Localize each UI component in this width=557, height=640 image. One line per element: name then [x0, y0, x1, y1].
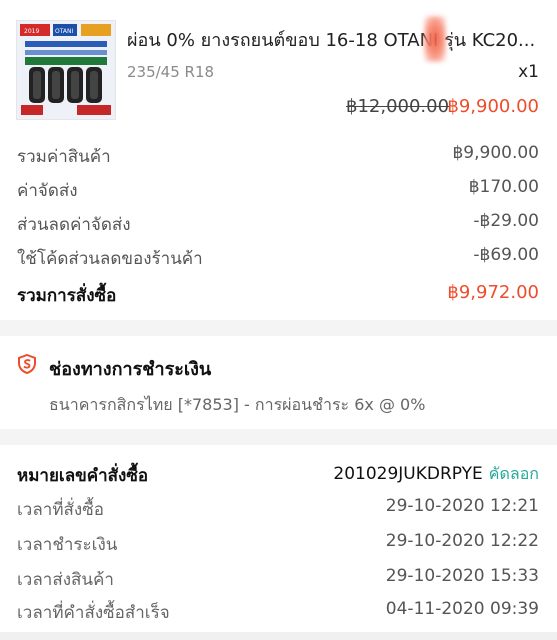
bottom-divider	[0, 632, 557, 640]
shield-icon	[18, 354, 36, 374]
complete-time-row: เวลาที่คำสั่งซื้อสำเร็จ 04-11-2020 09:39	[17, 599, 539, 625]
copy-order-id-button[interactable]: คัดลอก	[489, 464, 539, 483]
order-time-row: เวลาที่สั่งซื้อ 29-10-2020 12:21	[17, 496, 539, 522]
order-time-label: เวลาที่สั่งซื้อ	[17, 500, 104, 520]
section-divider	[0, 429, 557, 445]
summary-label: ค่าจัดส่ง	[17, 181, 78, 201]
summary-value: -฿29.00	[473, 211, 539, 231]
payment-time-row: เวลาชำระเงิน 29-10-2020 12:22	[17, 531, 539, 557]
summary-row-subtotal: รวมค่าสินค้า ฿9,900.00	[17, 143, 539, 169]
payment-time-value: 29-10-2020 12:22	[385, 531, 539, 551]
summary-row-shipping: ค่าจัดส่ง ฿170.00	[17, 177, 539, 203]
summary-label: รวมการสั่งซื้อ	[17, 286, 117, 306]
ship-time-label: เวลาส่งสินค้า	[17, 570, 114, 590]
section-divider	[0, 320, 557, 336]
order-id-value-group: 201029JUKDRPYE คัดลอก	[333, 462, 539, 487]
order-product-item[interactable]: 2019 OTANI ผ่อน 0% ยางรถยนต์ขอบ 16-18 OT…	[0, 0, 557, 135]
product-title[interactable]: ผ่อน 0% ยางรถยนต์ขอบ 16-18 OTANI รุ่น KC…	[127, 25, 542, 54]
sale-price: ฿9,900.00	[447, 96, 539, 117]
product-thumbnail[interactable]: 2019 OTANI	[16, 20, 116, 120]
payment-method-title: ช่องทางการชำระเงิน	[49, 359, 212, 380]
summary-value: ฿9,900.00	[452, 143, 539, 163]
summary-label: ส่วนลดค่าจัดส่ง	[17, 215, 131, 235]
redaction-mark	[424, 16, 446, 62]
product-quantity: x1	[518, 62, 539, 82]
product-variant: 235/45 R18	[127, 63, 215, 81]
summary-value: -฿69.00	[473, 245, 539, 265]
summary-value: ฿170.00	[468, 177, 539, 197]
order-id-row: หมายเลขคำสั่งซื้อ 201029JUKDRPYE คัดลอก	[17, 462, 539, 488]
complete-time-label: เวลาที่คำสั่งซื้อสำเร็จ	[17, 603, 170, 623]
ship-time-row: เวลาส่งสินค้า 29-10-2020 15:33	[17, 566, 539, 592]
order-id-label: หมายเลขคำสั่งซื้อ	[17, 466, 149, 486]
original-price: ฿12,000.00	[346, 96, 450, 117]
payment-time-label: เวลาชำระเงิน	[17, 535, 118, 555]
order-id-value: 201029JUKDRPYE	[333, 464, 483, 484]
summary-row-shop-voucher: ใช้โค้ดส่วนลดของร้านค้า -฿69.00	[17, 245, 539, 271]
summary-value: ฿9,972.00	[447, 282, 539, 303]
summary-row-shipping-discount: ส่วนลดค่าจัดส่ง -฿29.00	[17, 211, 539, 237]
summary-label: รวมค่าสินค้า	[17, 147, 111, 167]
thumb-brand: OTANI	[55, 28, 74, 35]
order-time-value: 29-10-2020 12:21	[385, 496, 539, 516]
summary-label: ใช้โค้ดส่วนลดของร้านค้า	[17, 249, 203, 269]
thumb-year: 2019	[24, 28, 39, 35]
ship-time-value: 29-10-2020 15:33	[385, 566, 539, 586]
summary-row-order-total: รวมการสั่งซื้อ ฿9,972.00	[17, 282, 539, 308]
tire-product-image: 2019 OTANI	[17, 21, 115, 119]
payment-method-detail: ธนาคารกสิกรไทย [*7853] - การผ่อนชำระ 6x …	[49, 395, 426, 414]
complete-time-value: 04-11-2020 09:39	[385, 599, 539, 619]
